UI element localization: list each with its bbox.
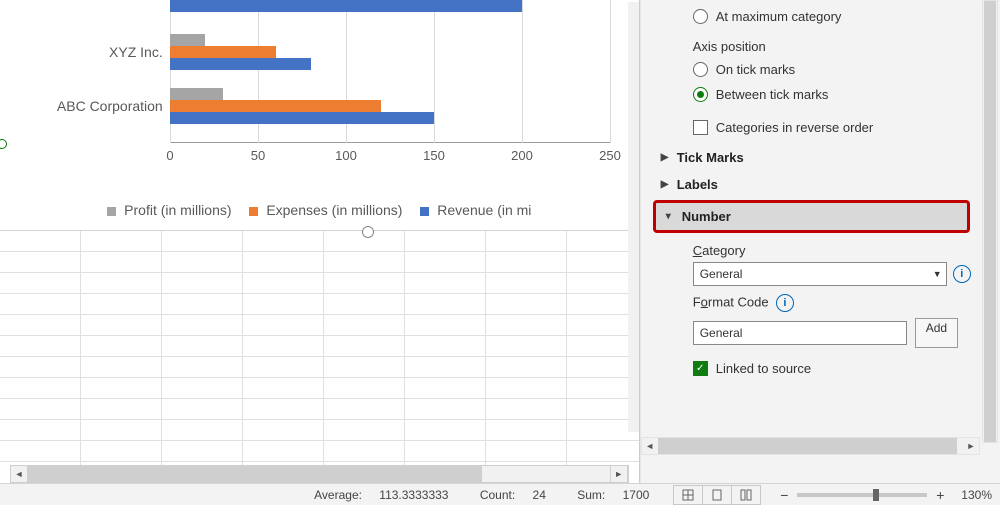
- gridline-v: [610, 0, 611, 143]
- zoom-slider-knob[interactable]: [873, 489, 879, 501]
- x-tick-label: 250: [590, 148, 630, 163]
- sheet-vscrollbar[interactable]: [628, 2, 639, 432]
- chevron-down-icon: ▾: [666, 211, 676, 222]
- grid-icon: [682, 489, 694, 501]
- chevron-right-icon: ▶: [661, 179, 671, 190]
- scroll-track[interactable]: [28, 466, 610, 482]
- zoom-slider[interactable]: [797, 493, 927, 497]
- checkbox-label: Linked to source: [716, 361, 811, 376]
- category-label[interactable]: XYZ Inc.: [3, 44, 163, 60]
- category-field-label: Category: [651, 235, 972, 262]
- bar-revenue-xyz[interactable]: [170, 58, 311, 70]
- radio-label: Between tick marks: [716, 87, 829, 102]
- app-root: 0 50 100 150 200 250 XYZ Inc. ABC Corpor…: [0, 0, 1000, 505]
- section-labels[interactable]: ▶ Labels: [651, 171, 972, 198]
- view-page-break-button[interactable]: [732, 485, 761, 505]
- bar-expenses-abc[interactable]: [170, 100, 381, 112]
- spreadsheet-grid[interactable]: ◄ ►: [0, 230, 639, 483]
- info-icon[interactable]: i: [776, 294, 794, 312]
- radio-between-tick-marks[interactable]: Between tick marks: [693, 82, 972, 107]
- scroll-thumb[interactable]: [658, 438, 957, 454]
- scroll-left-arrow[interactable]: ◄: [11, 466, 28, 482]
- pane-vscrollbar[interactable]: [982, 0, 998, 443]
- zoom-percent[interactable]: 130%: [961, 488, 992, 502]
- radio-label: At maximum category: [716, 9, 842, 24]
- gridline-v: [434, 0, 435, 143]
- checkbox-linked-to-source[interactable]: ✓ Linked to source: [693, 356, 972, 381]
- axis-position-heading: Axis position: [651, 33, 972, 57]
- format-code-input[interactable]: General: [693, 321, 907, 345]
- chevron-down-icon: ▼: [933, 269, 942, 279]
- format-axis-pane: At maximum category Axis position On tic…: [640, 0, 1000, 483]
- bar-expenses-xyz[interactable]: [170, 46, 276, 58]
- grid-lines: [0, 231, 639, 467]
- x-tick-label: 200: [502, 148, 542, 163]
- zoom-controls: − + 130%: [769, 488, 992, 502]
- bar-profit-abc[interactable]: [170, 88, 223, 100]
- chevron-right-icon: ▶: [661, 152, 671, 163]
- pane-content: At maximum category Axis position On tic…: [651, 0, 972, 463]
- section-label: Tick Marks: [677, 150, 744, 165]
- category-label[interactable]: ABC Corporation: [3, 98, 163, 114]
- selection-stats: Average: 113.3333333 Count: 24 Sum: 1700: [8, 488, 665, 502]
- section-label: Number: [682, 209, 731, 224]
- zoom-in-button[interactable]: +: [933, 488, 947, 502]
- status-bar: Average: 113.3333333 Count: 24 Sum: 1700…: [0, 483, 1000, 505]
- main-row: 0 50 100 150 200 250 XYZ Inc. ABC Corpor…: [0, 0, 1000, 483]
- scroll-thumb[interactable]: [28, 466, 482, 482]
- pane-vscroll-thumb[interactable]: [984, 1, 996, 442]
- scroll-right-arrow[interactable]: ►: [963, 438, 979, 454]
- legend-swatch-revenue: [420, 207, 429, 216]
- bar-profit-xyz[interactable]: [170, 34, 205, 46]
- zoom-out-button[interactable]: −: [777, 488, 791, 502]
- legend-label: Expenses (in millions): [266, 202, 402, 218]
- input-value: General: [700, 326, 743, 340]
- section-tick-marks[interactable]: ▶ Tick Marks: [651, 144, 972, 171]
- add-button[interactable]: Add: [915, 318, 958, 348]
- x-axis: [170, 142, 610, 143]
- checkbox-categories-reverse[interactable]: Categories in reverse order: [693, 115, 972, 140]
- chart-object[interactable]: 0 50 100 150 200 250 XYZ Inc. ABC Corpor…: [0, 0, 639, 230]
- page-icon: [711, 489, 723, 501]
- plot-area[interactable]: 0 50 100 150 200 250: [170, 0, 610, 175]
- page-break-icon: [740, 489, 752, 501]
- chart-resize-handle[interactable]: [362, 226, 374, 238]
- x-tick-label: 50: [238, 148, 278, 163]
- legend-label: Profit (in millions): [124, 202, 231, 218]
- checkbox-label: Categories in reverse order: [716, 120, 874, 135]
- info-icon[interactable]: i: [953, 265, 971, 283]
- category-select[interactable]: General ▼: [693, 262, 947, 286]
- format-code-label: Format Code i: [651, 286, 972, 316]
- section-number[interactable]: ▾ Number: [653, 200, 970, 233]
- radio-on-tick-marks[interactable]: On tick marks: [693, 57, 972, 82]
- view-page-layout-button[interactable]: [703, 485, 732, 505]
- chart-legend[interactable]: Profit (in millions) Expenses (in millio…: [0, 202, 639, 218]
- bar-revenue-cutoff[interactable]: [170, 0, 522, 12]
- chart-resize-handle[interactable]: [0, 139, 7, 149]
- radio-label: On tick marks: [716, 62, 795, 77]
- scroll-right-arrow[interactable]: ►: [610, 466, 628, 482]
- legend-label: Revenue (in mi: [437, 202, 531, 218]
- section-label: Labels: [677, 177, 718, 192]
- radio-at-maximum-category[interactable]: At maximum category: [693, 4, 972, 29]
- gridline-v: [522, 0, 523, 143]
- view-normal-button[interactable]: [673, 485, 703, 505]
- legend-swatch-profit: [107, 207, 116, 216]
- bar-revenue-abc[interactable]: [170, 112, 434, 124]
- scroll-left-arrow[interactable]: ◄: [642, 438, 658, 454]
- x-tick-label: 100: [326, 148, 366, 163]
- view-switcher: [665, 485, 769, 505]
- x-tick-label: 0: [150, 148, 190, 163]
- x-tick-label: 150: [414, 148, 454, 163]
- worksheet-area: 0 50 100 150 200 250 XYZ Inc. ABC Corpor…: [0, 0, 640, 483]
- select-value: General: [700, 267, 743, 281]
- pane-hscrollbar[interactable]: ◄ ►: [641, 437, 980, 455]
- sheet-hscrollbar[interactable]: ◄ ►: [10, 465, 629, 483]
- legend-swatch-expenses: [249, 207, 258, 216]
